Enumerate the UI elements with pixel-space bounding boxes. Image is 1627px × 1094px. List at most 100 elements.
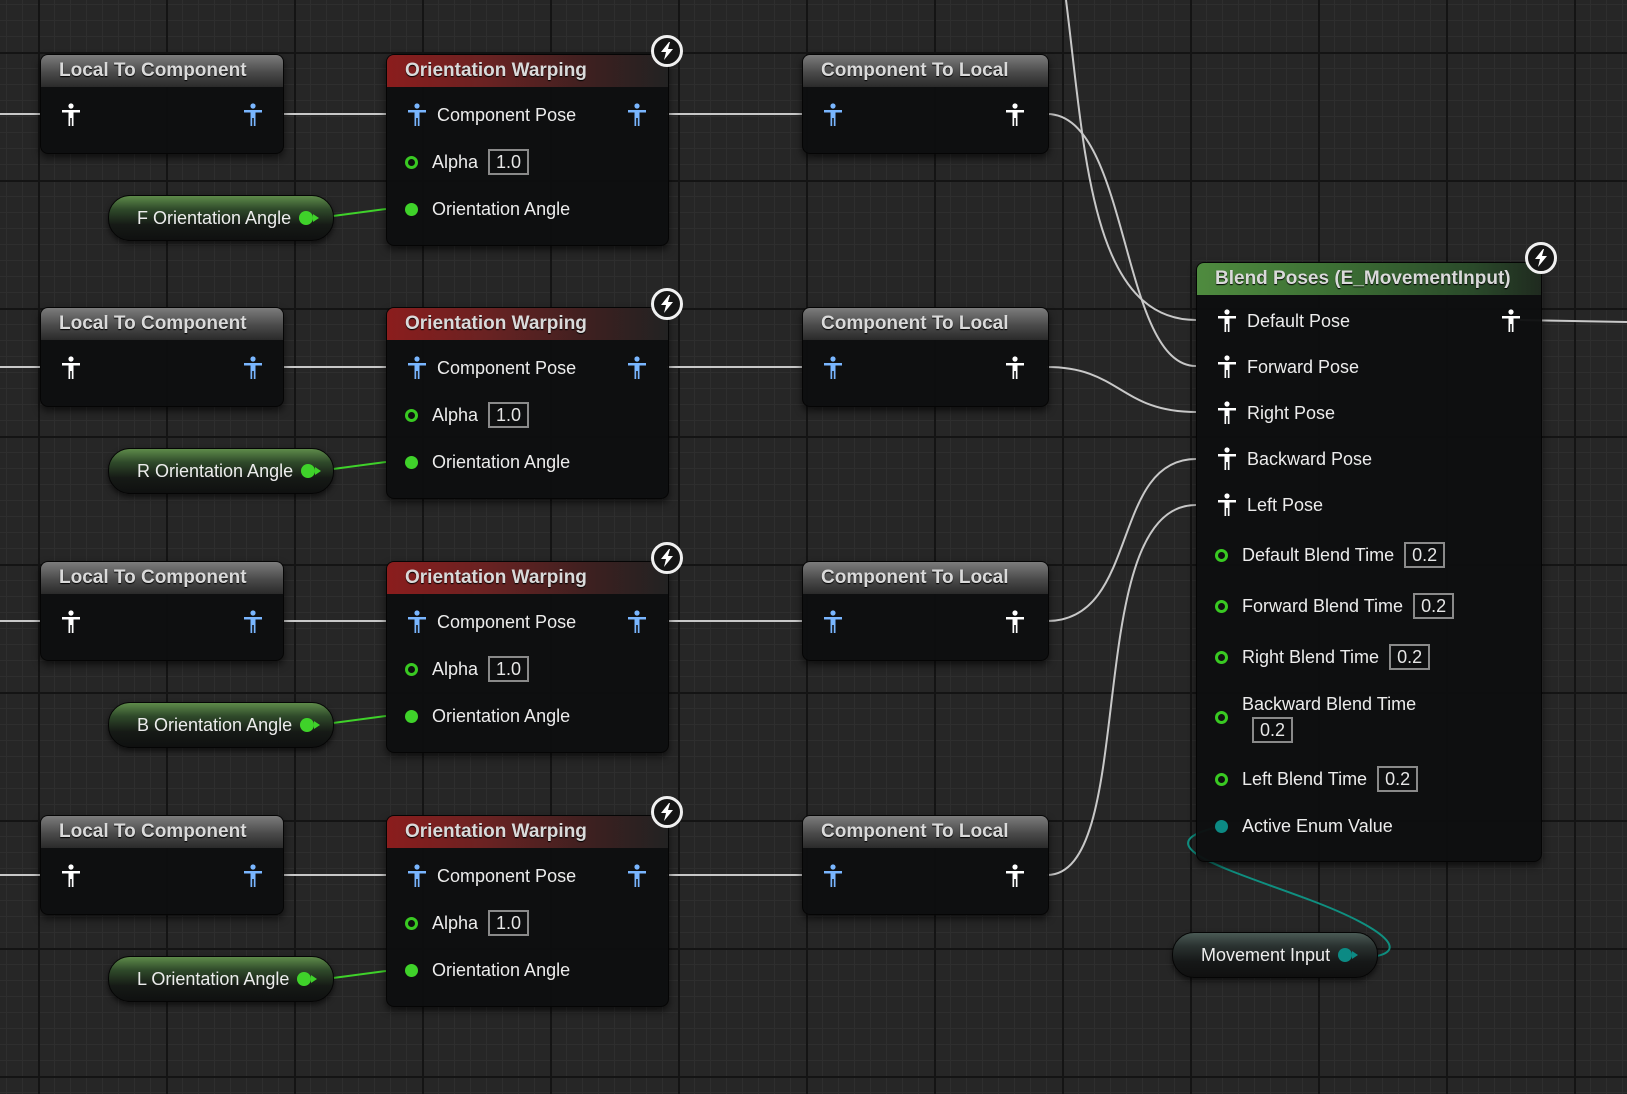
right-pose-pin[interactable]: Right Pose — [1217, 401, 1335, 425]
alpha-value-field[interactable]: 1.0 — [488, 402, 530, 428]
blend-time-field[interactable]: 0.2 — [1377, 766, 1419, 792]
orientation-angle-variable[interactable]: B Orientation Angle — [108, 702, 334, 748]
circle-pin-icon[interactable] — [1338, 948, 1359, 962]
right-blend-time-pin[interactable]: Right Blend Time 0.2 — [1215, 644, 1431, 670]
person-icon[interactable] — [1005, 610, 1025, 634]
orientation-angle-variable[interactable]: F Orientation Angle — [108, 195, 334, 241]
person-icon[interactable] — [627, 356, 647, 380]
orientation-angle-variable[interactable]: R Orientation Angle — [108, 448, 334, 494]
alpha-pin[interactable]: Alpha 1.0 — [405, 656, 530, 682]
person-icon[interactable] — [243, 610, 263, 634]
pin-label: Forward Pose — [1247, 356, 1360, 377]
person-icon — [1218, 355, 1236, 378]
blend-poses-node[interactable]: Blend Poses (E_MovementInput) Default Po… — [1196, 262, 1542, 862]
alpha-value-field[interactable]: 1.0 — [488, 149, 530, 175]
circle-pin-icon[interactable] — [299, 211, 320, 225]
left-pose-pin[interactable]: Left Pose — [1217, 493, 1323, 517]
wire — [1065, 0, 1197, 321]
alpha-pin[interactable]: Alpha 1.0 — [405, 402, 530, 428]
orientation-warping-node[interactable]: Orientation Warping Component Pose Alpha… — [386, 54, 669, 246]
alpha-value-field[interactable]: 1.0 — [488, 910, 530, 936]
circle-pin-icon — [1215, 548, 1228, 562]
person-icon[interactable] — [243, 103, 263, 127]
component-to-local-node[interactable]: Component To Local — [802, 54, 1049, 154]
node-title: Component To Local — [803, 55, 1048, 87]
movement-input-variable[interactable]: Movement Input — [1172, 932, 1378, 978]
circle-pin-icon[interactable] — [297, 972, 318, 986]
local-to-component-node[interactable]: Local To Component — [40, 307, 284, 407]
default-blend-time-pin[interactable]: Default Blend Time 0.2 — [1215, 542, 1446, 568]
circle-pin-icon — [405, 408, 418, 422]
alpha-pin[interactable]: Alpha 1.0 — [405, 149, 530, 175]
person-icon[interactable] — [627, 103, 647, 127]
person-icon[interactable] — [1005, 864, 1025, 888]
component-pose-pin[interactable]: Component Pose — [407, 610, 576, 634]
circle-pin-icon[interactable] — [301, 464, 322, 478]
forward-pose-pin[interactable]: Forward Pose — [1217, 355, 1359, 379]
orientation-angle-pin[interactable]: Orientation Angle — [405, 706, 570, 727]
pin-label: Active Enum Value — [1242, 816, 1393, 836]
person-icon[interactable] — [823, 864, 843, 888]
local-to-component-node[interactable]: Local To Component — [40, 561, 284, 661]
node-title: Local To Component — [41, 55, 283, 87]
backward-pose-pin[interactable]: Backward Pose — [1217, 447, 1372, 471]
person-icon[interactable] — [243, 356, 263, 380]
orientation-warping-node[interactable]: Orientation Warping Component Pose Alpha… — [386, 815, 669, 1007]
person-icon[interactable] — [1501, 309, 1521, 333]
pin-label: Orientation Angle — [432, 199, 571, 219]
active-enum-value-pin[interactable]: Active Enum Value — [1215, 816, 1393, 837]
orientation-angle-pin[interactable]: Orientation Angle — [405, 199, 570, 220]
wire — [1046, 366, 1197, 413]
pin-label: Default Blend Time — [1242, 544, 1395, 565]
node-title: Orientation Warping — [387, 55, 668, 87]
pin-label: Alpha — [432, 912, 479, 933]
orientation-angle-pin[interactable]: Orientation Angle — [405, 960, 570, 981]
pin-label: Left Pose — [1247, 494, 1324, 515]
person-icon — [408, 103, 426, 126]
node-title: Component To Local — [803, 562, 1048, 594]
forward-blend-time-pin[interactable]: Forward Blend Time 0.2 — [1215, 593, 1455, 619]
local-to-component-node[interactable]: Local To Component — [40, 815, 284, 915]
circle-pin-icon[interactable] — [300, 718, 321, 732]
alpha-pin[interactable]: Alpha 1.0 — [405, 910, 530, 936]
person-icon[interactable] — [61, 864, 81, 888]
pin-label: Right Blend Time — [1242, 646, 1380, 667]
person-icon[interactable] — [1005, 356, 1025, 380]
local-to-component-node[interactable]: Local To Component — [40, 54, 284, 154]
component-pose-pin[interactable]: Component Pose — [407, 356, 576, 380]
person-icon[interactable] — [627, 610, 647, 634]
circle-pin-icon — [1215, 650, 1228, 664]
person-icon[interactable] — [61, 356, 81, 380]
person-icon[interactable] — [61, 103, 81, 127]
pin-label: Orientation Angle — [432, 706, 571, 726]
lightning-icon — [651, 796, 683, 828]
person-icon[interactable] — [823, 610, 843, 634]
person-icon[interactable] — [627, 864, 647, 888]
blend-time-field[interactable]: 0.2 — [1252, 717, 1294, 743]
component-pose-pin[interactable]: Component Pose — [407, 103, 576, 127]
blend-time-field[interactable]: 0.2 — [1404, 542, 1446, 568]
blend-time-field[interactable]: 0.2 — [1413, 593, 1455, 619]
orientation-warping-node[interactable]: Orientation Warping Component Pose Alpha… — [386, 561, 669, 753]
component-to-local-node[interactable]: Component To Local — [802, 561, 1049, 661]
backward-blend-time-pin[interactable]: Backward Blend Time 0.2 — [1215, 694, 1416, 743]
alpha-value-field[interactable]: 1.0 — [488, 656, 530, 682]
orientation-angle-pin[interactable]: Orientation Angle — [405, 452, 570, 473]
orientation-warping-node[interactable]: Orientation Warping Component Pose Alpha… — [386, 307, 669, 499]
wire — [1046, 458, 1197, 622]
orientation-angle-variable[interactable]: L Orientation Angle — [108, 956, 334, 1002]
person-icon[interactable] — [61, 610, 81, 634]
pin-label: Component Pose — [437, 865, 577, 886]
person-icon[interactable] — [1005, 103, 1025, 127]
component-pose-pin[interactable]: Component Pose — [407, 864, 576, 888]
blend-time-field[interactable]: 0.2 — [1389, 644, 1431, 670]
pin-label: Backward Blend Time — [1242, 694, 1417, 714]
person-icon[interactable] — [243, 864, 263, 888]
person-icon[interactable] — [823, 356, 843, 380]
default-pose-pin[interactable]: Default Pose — [1217, 309, 1350, 333]
person-icon[interactable] — [823, 103, 843, 127]
component-to-local-node[interactable]: Component To Local — [802, 815, 1049, 915]
component-to-local-node[interactable]: Component To Local — [802, 307, 1049, 407]
left-blend-time-pin[interactable]: Left Blend Time 0.2 — [1215, 766, 1419, 792]
node-title: Blend Poses (E_MovementInput) — [1197, 263, 1541, 295]
